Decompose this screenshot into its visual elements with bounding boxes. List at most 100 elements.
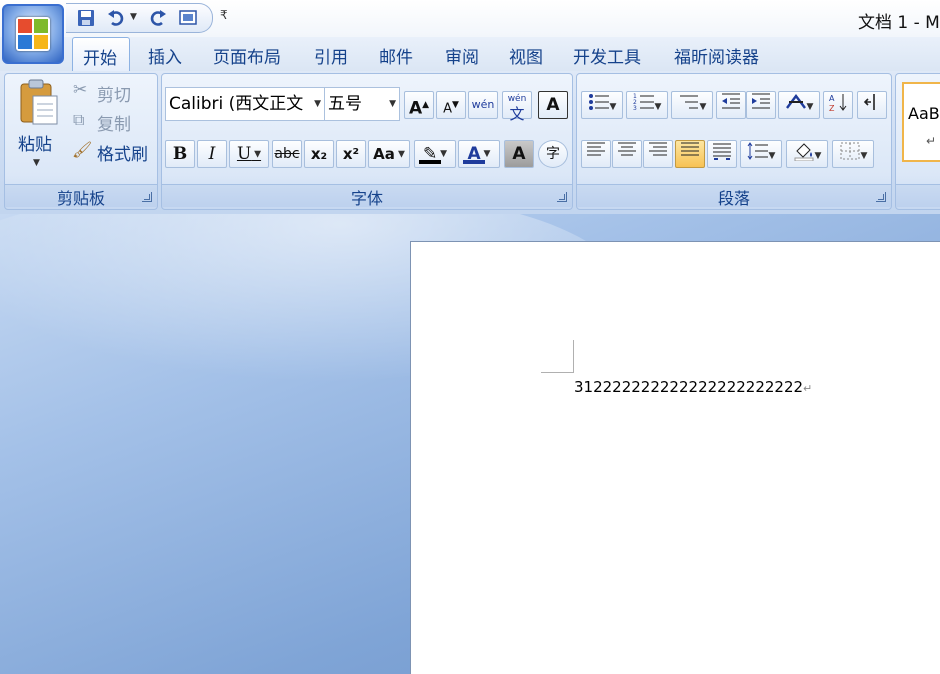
quick-access-toolbar: ▼	[66, 3, 213, 33]
style-normal-preview[interactable]: AaB ↵	[902, 82, 940, 162]
tab-page-layout[interactable]: 页面布局	[213, 43, 281, 68]
font-family-combo[interactable]: Calibri (西文正文 ▼	[165, 87, 325, 121]
character-shading-button[interactable]: A	[504, 140, 534, 168]
cut-button[interactable]: 剪切	[97, 81, 131, 106]
borders-button[interactable]: ▼	[832, 140, 874, 168]
watermark-brand: Bai du 经验	[720, 584, 911, 622]
paint-bucket-icon	[794, 143, 814, 162]
tab-review[interactable]: 审阅	[445, 43, 479, 68]
paragraph-dialog-launcher-icon[interactable]	[876, 192, 886, 202]
redo-icon[interactable]	[148, 8, 168, 28]
highlight-button[interactable]: ✎ ▼	[414, 140, 456, 168]
bullets-button[interactable]: ▼	[581, 91, 623, 119]
format-painter-button[interactable]: 格式刷	[97, 140, 148, 165]
subscript-button[interactable]: x₂	[304, 140, 334, 168]
strikethrough-button[interactable]: abc	[272, 140, 302, 168]
increase-indent-icon	[752, 93, 770, 109]
font-group-label: 字体	[162, 184, 572, 208]
font-dialog-launcher-icon[interactable]	[557, 192, 567, 202]
align-center-icon	[618, 142, 636, 156]
undo-dropdown-icon[interactable]: ▼	[130, 12, 137, 22]
shrink-font-button[interactable]: A▼	[436, 91, 466, 119]
styles-group-label	[896, 184, 940, 207]
tab-view[interactable]: 视图	[509, 43, 543, 68]
chinese-layout-button[interactable]: ▼	[778, 91, 820, 119]
bold-button[interactable]: B	[165, 140, 195, 168]
baidu-watermark: Bai du 经验 jingyan.baidu.com	[720, 575, 911, 643]
shading-button[interactable]: ▼	[786, 140, 828, 168]
sort-icon: AZ	[829, 94, 847, 113]
justify-icon	[681, 142, 699, 156]
phonetic-guide-button[interactable]: wén 文	[502, 91, 532, 122]
tab-foxit-reader[interactable]: 福昕阅读器	[674, 43, 759, 68]
font-size-dropdown-icon[interactable]: ▼	[389, 88, 396, 120]
customize-qat-icon[interactable]: ₹	[220, 8, 228, 22]
underline-button[interactable]: U ▼	[229, 140, 269, 168]
paste-dropdown-icon[interactable]: ▼	[33, 158, 40, 168]
borders-icon	[840, 142, 860, 160]
decrease-indent-icon	[722, 93, 740, 109]
distributed-button[interactable]	[707, 140, 737, 168]
clipboard-group-label: 剪贴板	[5, 184, 157, 208]
increase-indent-button[interactable]	[746, 91, 776, 119]
font-family-dropdown-icon[interactable]: ▼	[314, 88, 321, 120]
ribbon: 粘贴 ▼ ✂ 剪切 ⧉ 复制 🖌 格式刷 剪贴板 Calibri (西文正文 ▼…	[0, 71, 940, 215]
align-left-button[interactable]	[581, 140, 611, 168]
clipboard-group: 粘贴 ▼ ✂ 剪切 ⧉ 复制 🖌 格式刷 剪贴板	[4, 73, 158, 210]
font-color-button[interactable]: A ▼	[458, 140, 500, 168]
chinese-layout-icon	[785, 94, 806, 109]
svg-text:3: 3	[633, 105, 637, 112]
decrease-indent-button[interactable]	[716, 91, 746, 119]
character-border-button[interactable]: A	[538, 91, 568, 119]
align-right-icon	[649, 142, 667, 156]
tab-mailings[interactable]: 邮件	[379, 43, 413, 68]
format-painter-icon: 🖌	[72, 140, 93, 159]
svg-text:Z: Z	[829, 104, 835, 112]
show-hide-marks-button[interactable]	[857, 91, 887, 119]
font-group: Calibri (西文正文 ▼ 五号 ▼ A▲ A▼ wén wén 文 A B …	[161, 73, 573, 210]
distributed-icon	[713, 143, 731, 160]
sort-button[interactable]: AZ	[823, 91, 853, 119]
copy-icon: ⧉	[73, 110, 85, 129]
tab-references[interactable]: 引用	[314, 43, 348, 68]
multilevel-list-button[interactable]: ▼	[671, 91, 713, 119]
highlight-color-swatch	[419, 160, 441, 164]
watermark-url: jingyan.baidu.com	[720, 627, 833, 643]
multilevel-list-icon	[679, 95, 698, 109]
tab-home[interactable]: 开始	[72, 37, 130, 71]
clear-formatting-button[interactable]: wén	[468, 91, 498, 119]
clipboard-dialog-launcher-icon[interactable]	[142, 192, 152, 202]
grow-font-button[interactable]: A▲	[404, 91, 434, 119]
paragraph-marks-icon	[863, 94, 875, 110]
font-size-combo[interactable]: 五号 ▼	[324, 87, 400, 121]
paste-button[interactable]: 粘贴	[18, 130, 52, 155]
change-case-button[interactable]: Aa ▼	[368, 140, 410, 168]
svg-text:A: A	[829, 94, 835, 103]
styles-group: AaB ↵	[895, 73, 940, 210]
enclose-characters-button[interactable]: 字	[538, 140, 568, 168]
align-left-icon	[587, 142, 605, 156]
tab-developer[interactable]: 开发工具	[573, 43, 641, 68]
align-right-button[interactable]	[643, 140, 673, 168]
save-icon[interactable]	[76, 8, 96, 28]
paste-icon[interactable]	[17, 78, 61, 128]
justify-button[interactable]	[675, 140, 705, 168]
paragraph-mark: ↵	[803, 382, 813, 395]
line-spacing-icon	[747, 142, 768, 160]
bullets-icon	[588, 94, 609, 110]
align-center-button[interactable]	[612, 140, 642, 168]
copy-button[interactable]: 复制	[97, 110, 131, 135]
italic-button[interactable]: I	[197, 140, 227, 168]
line-spacing-button[interactable]: ▼	[740, 140, 782, 168]
undo-icon[interactable]	[106, 8, 126, 28]
numbering-button[interactable]: 1 2 3 ▼	[626, 91, 668, 119]
ribbon-tabs: 开始 插入 页面布局 引用 邮件 审阅 视图 开发工具 福昕阅读器	[0, 37, 940, 71]
print-preview-icon[interactable]	[178, 8, 198, 28]
office-button[interactable]	[2, 4, 64, 64]
office-logo-icon	[16, 17, 50, 51]
tab-insert[interactable]: 插入	[148, 43, 182, 68]
superscript-button[interactable]: x²	[336, 140, 366, 168]
paragraph-group-label: 段落	[577, 184, 891, 208]
scissors-icon: ✂	[73, 80, 88, 100]
document-text[interactable]: 312222222222222222222222↵	[574, 378, 812, 396]
